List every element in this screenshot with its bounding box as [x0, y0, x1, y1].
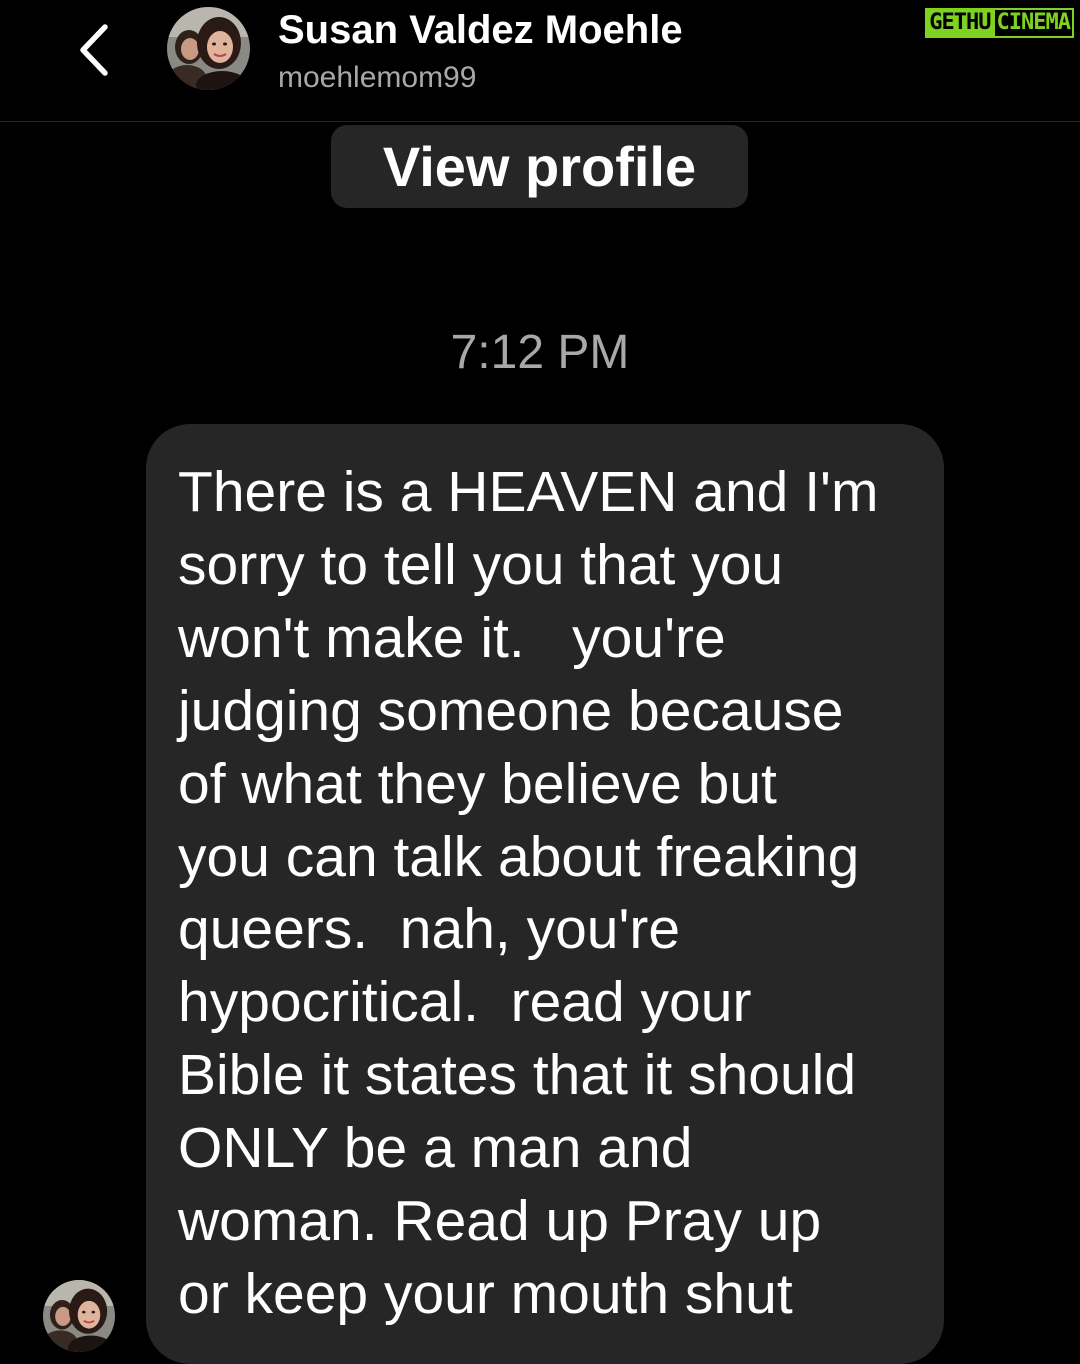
back-button[interactable] — [66, 20, 122, 80]
view-profile-button[interactable]: View profile — [331, 125, 748, 208]
watermark-part2: CINEMA — [994, 8, 1074, 38]
contact-name[interactable]: Susan Valdez Moehle — [278, 8, 683, 53]
message-timestamp: 7:12 PM — [450, 326, 630, 379]
sender-avatar[interactable] — [43, 1280, 115, 1352]
contact-username: moehlemom99 — [278, 61, 477, 94]
watermark-part1: GETHU — [925, 8, 995, 38]
watermark-logo: GETHU CINEMA — [925, 8, 1074, 38]
message-bubble[interactable]: There is a HEAVEN and I'm sorry to tell … — [146, 424, 944, 1364]
profile-avatar[interactable] — [167, 7, 250, 90]
chevron-left-icon — [80, 24, 108, 76]
message-text: There is a HEAVEN and I'm sorry to tell … — [178, 460, 879, 1326]
chat-header: Susan Valdez Moehle moehlemom99 GETHU CI… — [0, 0, 1080, 122]
